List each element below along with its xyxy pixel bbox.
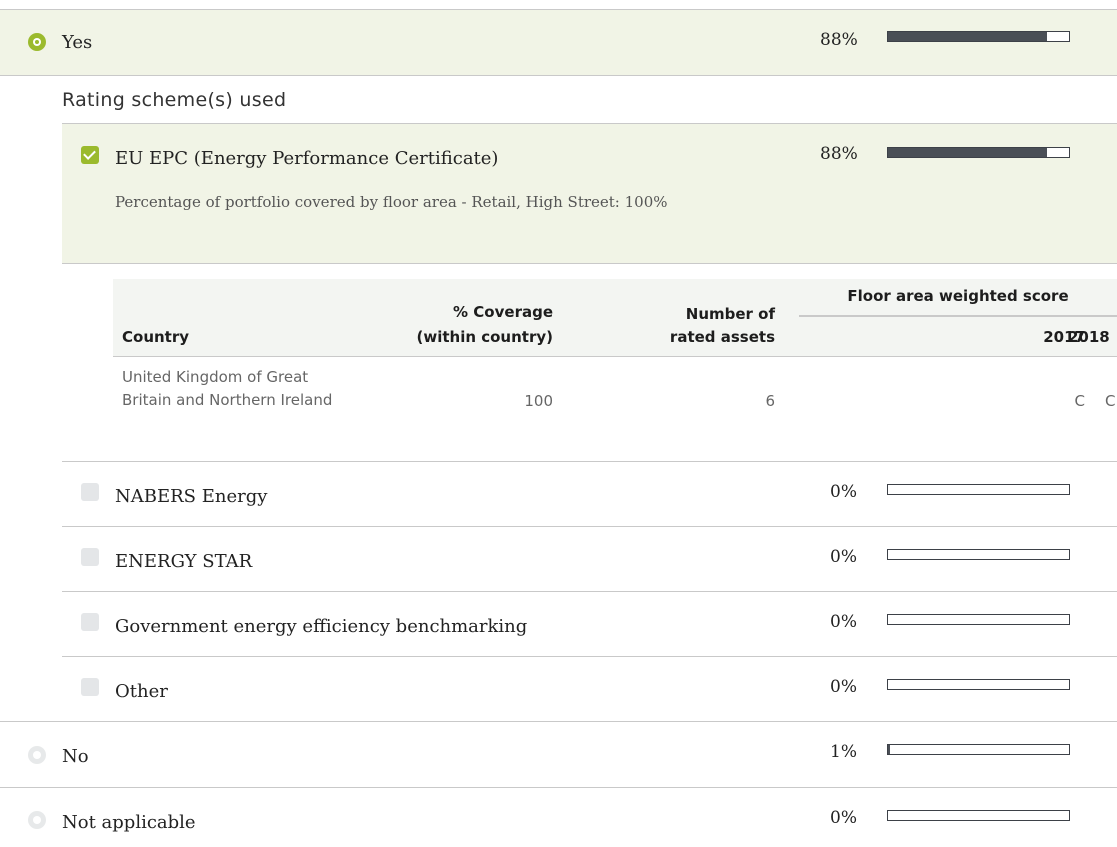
checkbox-other[interactable] xyxy=(81,678,99,696)
option-no-label: No xyxy=(62,746,89,767)
scheme-gov-benchmarking-label: Government energy efficiency benchmarkin… xyxy=(115,616,528,637)
scheme-nabers-label: NABERS Energy xyxy=(115,486,268,507)
scheme-energy-star-bar xyxy=(887,549,1070,560)
cell-assets: 6 xyxy=(765,392,775,410)
scheme-energy-star-percent: 0% xyxy=(830,547,857,567)
scheme-eu-epc-bar xyxy=(887,147,1070,158)
option-yes-bar xyxy=(887,31,1070,42)
option-no-percent: 1% xyxy=(830,742,857,762)
option-not-applicable-bar xyxy=(887,810,1070,821)
header-score-group: Floor area weighted score xyxy=(847,287,1069,305)
option-yes-row[interactable] xyxy=(0,10,1117,75)
radio-no[interactable] xyxy=(28,746,46,764)
header-coverage-line1: % Coverage xyxy=(453,303,553,321)
checkbox-energy-star[interactable] xyxy=(81,548,99,566)
scheme-gov-benchmarking-percent: 0% xyxy=(830,612,857,632)
cell-score-2018: C xyxy=(1105,392,1116,410)
option-yes-label: Yes xyxy=(62,32,93,53)
option-yes-percent: 88% xyxy=(820,30,858,50)
scheme-other-percent: 0% xyxy=(830,677,857,697)
scheme-eu-epc-label: EU EPC (Energy Performance Certificate) xyxy=(115,148,499,169)
option-not-applicable-label: Not applicable xyxy=(62,812,196,833)
header-assets-line1: Number of xyxy=(685,305,775,323)
scheme-other-bar xyxy=(887,679,1070,690)
table-header-rule xyxy=(113,356,1117,357)
header-year-2017: 2017 xyxy=(1043,328,1085,346)
checkbox-gov-benchmarking[interactable] xyxy=(81,613,99,631)
rating-scheme-heading: Rating scheme(s) used xyxy=(62,89,287,111)
header-year-2018: 2018 xyxy=(1068,328,1110,346)
scheme-eu-epc-note: Percentage of portfolio covered by floor… xyxy=(115,193,668,211)
radio-yes[interactable] xyxy=(28,33,46,51)
scheme-eu-epc-percent: 88% xyxy=(820,144,858,164)
checkbox-eu-epc[interactable] xyxy=(81,146,99,164)
header-score-divider xyxy=(799,315,1117,317)
cell-country: United Kingdom of Great Britain and Nort… xyxy=(122,368,333,409)
radio-not-applicable[interactable] xyxy=(28,811,46,829)
scheme-gov-benchmarking-bar xyxy=(887,614,1070,625)
scheme-other-label: Other xyxy=(115,681,168,702)
scheme-nabers-percent: 0% xyxy=(830,482,857,502)
cell-coverage: 100 xyxy=(524,392,553,410)
header-country: Country xyxy=(122,328,190,346)
option-not-applicable-percent: 0% xyxy=(830,808,857,828)
checkbox-nabers[interactable] xyxy=(81,483,99,501)
header-coverage-line2: (within country) xyxy=(416,328,553,346)
scheme-nabers-bar xyxy=(887,484,1070,495)
cell-score-2017: C xyxy=(1074,392,1085,410)
coverage-table: Country % Coverage (within country) Numb… xyxy=(113,279,1117,459)
option-no-bar xyxy=(887,744,1070,755)
scheme-energy-star-label: ENERGY STAR xyxy=(115,551,253,572)
header-assets-line2: rated assets xyxy=(669,328,775,346)
